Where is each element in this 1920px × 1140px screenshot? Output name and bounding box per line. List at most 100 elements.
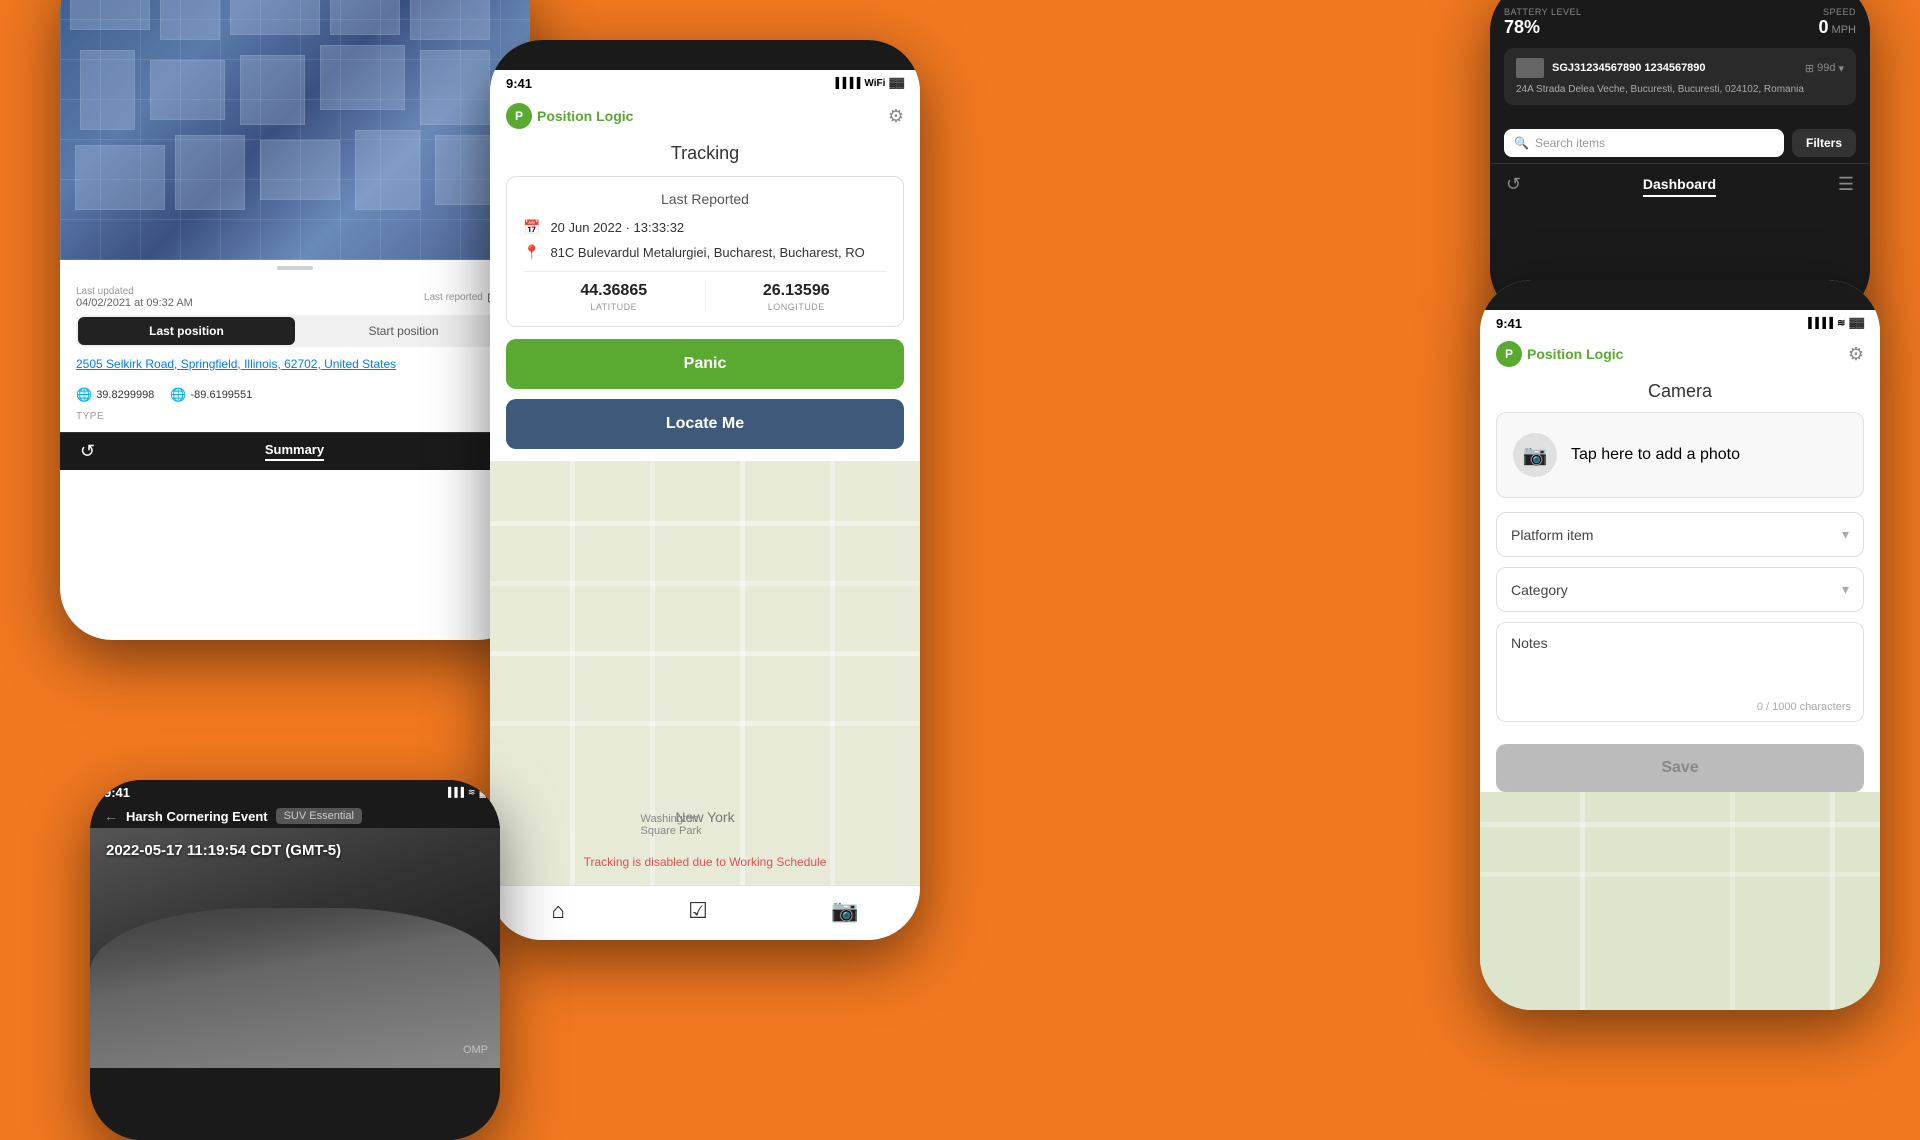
summary-content: Last updated 04/02/2021 at 09:32 AM Last… — [60, 276, 530, 432]
last-updated-value: 04/02/2021 at 09:32 AM — [76, 297, 193, 309]
scroll-indicator — [60, 260, 530, 276]
tab-start-position[interactable]: Start position — [295, 317, 512, 345]
phone-summary: Last updated 04/02/2021 at 09:32 AM Last… — [60, 0, 530, 640]
home-nav-icon[interactable]: ⌂ — [552, 898, 565, 924]
filters-button[interactable]: Filters — [1792, 129, 1856, 157]
phone-dashcam: 9:41 ▐▐▐ ≋ ▓ ← Harsh Cornering Event SUV… — [90, 780, 500, 1140]
last-reported-title: Last Reported — [523, 191, 887, 207]
pl-logo-icon: P — [506, 103, 532, 129]
speed-value: 0 — [1818, 17, 1828, 37]
locate-button[interactable]: Locate Me — [506, 399, 904, 449]
address-link[interactable]: 2505 Selkirk Road, Springfield, Illinois… — [76, 357, 396, 371]
phone-camera: 9:41 ▐▐▐▐ ≋ ▓▓ P Position Logic ⚙ Camera… — [1480, 280, 1880, 1010]
vehicle-age: ⊞ 99d ▾ — [1805, 62, 1844, 75]
calendar-icon: 📅 — [523, 219, 540, 236]
search-placeholder: Search items — [1535, 136, 1605, 150]
category-dropdown[interactable]: Category ▾ — [1496, 567, 1864, 612]
tracking-title: Tracking — [490, 139, 920, 176]
tracking-header: P Position Logic ⚙ — [490, 93, 920, 139]
dashcam-timestamp: 2022-05-17 11:19:54 CDT (GMT-5) — [106, 842, 341, 859]
platform-item-dropdown[interactable]: Platform item ▾ — [1496, 512, 1864, 557]
camera-title: Camera — [1480, 377, 1880, 412]
tracking-map: New York WashingtonSquare Park Tracking … — [490, 461, 920, 885]
grid-icon-2: ⊞ — [1805, 62, 1814, 75]
tap-photo-text: Tap here to add a photo — [1571, 446, 1740, 464]
longitude-display: 26.13596 — [706, 282, 888, 300]
dashcam-header: ← Harsh Cornering Event SUV Essential — [90, 802, 500, 828]
summary-bottom-bar: ↺ Summary ☰ — [60, 432, 530, 470]
vehicle-address: 24A Strada Delea Veche, Bucuresti, Bucur… — [1516, 84, 1844, 95]
longitude-value: -89.6199551 — [191, 389, 253, 401]
dashcam-status-icons: ▐▐▐ ≋ ▓ — [445, 787, 486, 798]
notes-section: Notes 0 / 1000 characters — [1496, 622, 1864, 722]
tab-last-position[interactable]: Last position — [78, 317, 295, 345]
last-reported-section: Last Reported 📅 20 Jun 2022 · 13:33:32 📍… — [506, 176, 904, 327]
settings-button[interactable]: ⚙ — [888, 106, 904, 127]
camera-pl-icon: P — [1496, 341, 1522, 367]
datetime-value: 20 Jun 2022 · 13:33:32 — [550, 220, 684, 235]
menu-icon-dash[interactable]: ☰ — [1838, 174, 1854, 195]
coords-row: 🌐 39.8299998 🌐 -89.6199551 — [76, 387, 514, 403]
type-label: TYPE — [76, 411, 514, 422]
search-icon: 🔍 — [1514, 136, 1529, 150]
last-updated-label: Last updated — [76, 286, 193, 297]
checklist-nav-icon[interactable]: ☑ — [688, 898, 708, 924]
wifi-icon-4: ≋ — [1837, 318, 1845, 329]
camera-pl-logo: P Position Logic — [1496, 341, 1623, 367]
signal-icon: ▐▐▐▐ — [832, 78, 860, 89]
latitude-label: LATITUDE — [523, 302, 705, 312]
hand-overlay — [90, 908, 500, 1068]
battery-label: BATTERY LEVEL — [1504, 7, 1582, 17]
status-time: 9:41 — [506, 76, 532, 91]
notes-label: Notes — [1511, 635, 1849, 651]
notes-count: 0 / 1000 characters — [1757, 701, 1851, 713]
longitude-label: LONGITUDE — [706, 302, 888, 312]
panic-button[interactable]: Panic — [506, 339, 904, 389]
platform-item-label: Platform item — [1511, 527, 1593, 543]
latitude-value: 39.8299998 — [96, 389, 154, 401]
status-bar: 9:41 ▐▐▐▐ WiFi ▓▓ — [490, 70, 920, 93]
vehicle-card[interactable]: SGJ31234567890 1234567890 ⊞ 99d ▾ 24A St… — [1504, 48, 1856, 105]
signal-icon-5: ▐▐▐ — [445, 787, 464, 798]
dashboard-bottom-bar: ↺ Dashboard ☰ — [1490, 163, 1870, 205]
phone-tracking: 9:41 ▐▐▐▐ WiFi ▓▓ P Position Logic ⚙ Tra… — [490, 40, 920, 940]
battery-value: 78% — [1504, 17, 1582, 38]
globe-icon-2: 🌐 — [170, 387, 186, 403]
camera-pl-text: Position Logic — [1527, 346, 1623, 362]
pl-logo-text: Position Logic — [537, 108, 633, 124]
phone-dashboard: ▐▐▐▐ ≋ ▓ BATTERY LEVEL 78% SPEED 0 MPH — [1490, 0, 1870, 320]
summary-label[interactable]: Summary — [265, 442, 324, 461]
position-tabs: Last position Start position — [76, 315, 514, 347]
speed-unit: MPH — [1832, 24, 1856, 36]
address-value: 81C Bulevardul Metalurgiei, Bucharest, B… — [550, 245, 864, 260]
back-button[interactable]: ← — [104, 808, 118, 824]
latitude-display: 44.36865 — [523, 282, 705, 300]
save-button[interactable]: Save — [1496, 744, 1864, 792]
search-row: 🔍 Search items Filters — [1490, 123, 1870, 163]
camera-icon: 📷 — [1513, 433, 1557, 477]
camera-header: P Position Logic ⚙ — [1480, 333, 1880, 377]
tracking-bottom-nav: ⌂ ☑ 📷 — [490, 885, 920, 940]
battery-icon: ▓▓ — [889, 78, 904, 89]
event-title: Harsh Cornering Event — [126, 809, 268, 824]
event-badge: SUV Essential — [276, 808, 362, 824]
category-chevron-icon: ▾ — [1842, 581, 1849, 598]
signal-icon-4: ▐▐▐▐ — [1805, 318, 1833, 329]
aerial-map — [60, 0, 530, 260]
speed-label: SPEED — [1818, 7, 1856, 17]
vehicle-thumbnail — [1516, 58, 1544, 78]
camera-nav-icon[interactable]: 📷 — [831, 898, 858, 924]
battery-icon-5: ▓ — [479, 787, 486, 798]
dashcam-video: 2022-05-17 11:19:54 CDT (GMT-5) OMP — [90, 828, 500, 1068]
refresh-icon-dash[interactable]: ↺ — [1506, 174, 1521, 195]
wifi-icon-5: ≋ — [468, 787, 476, 798]
dashboard-label[interactable]: Dashboard — [1643, 176, 1716, 197]
dashcam-status-time: 9:41 — [104, 785, 130, 800]
camera-settings-button[interactable]: ⚙ — [1848, 344, 1864, 365]
battery-icon-4: ▓▓ — [1849, 318, 1864, 329]
globe-icon: 🌐 — [76, 387, 92, 403]
search-box[interactable]: 🔍 Search items — [1504, 129, 1784, 157]
dashcam-watermark: OMP — [463, 1044, 488, 1056]
refresh-icon[interactable]: ↺ — [80, 441, 95, 462]
camera-photo-area[interactable]: 📷 Tap here to add a photo — [1496, 412, 1864, 498]
